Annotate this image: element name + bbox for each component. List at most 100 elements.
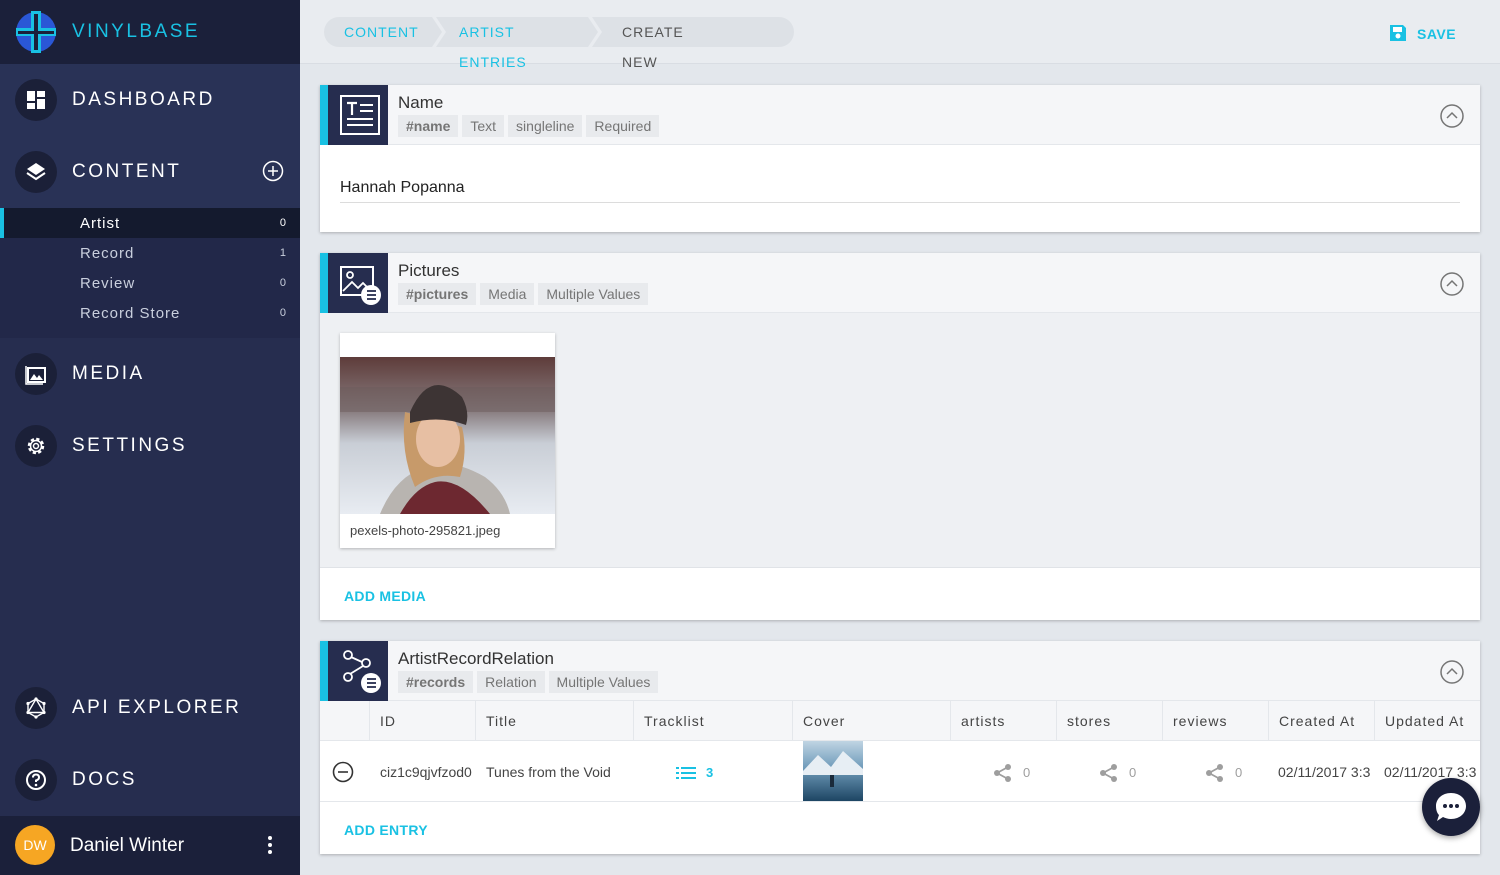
nav-api-explorer[interactable]: API EXPLORER xyxy=(0,672,300,744)
add-model-icon[interactable] xyxy=(262,160,284,182)
model-label: Review xyxy=(80,275,136,292)
column-header-artists[interactable]: artists xyxy=(951,701,1057,741)
row-id: ciz1c9qjvfzod0 xyxy=(380,764,472,780)
layers-icon xyxy=(26,163,46,181)
field-title: ArtistRecordRelation xyxy=(398,649,554,668)
chevron-up-icon[interactable] xyxy=(1440,660,1464,684)
model-item-review[interactable]: Review 0 xyxy=(0,268,300,298)
nav-content[interactable]: CONTENT xyxy=(0,136,300,208)
model-count: 1 xyxy=(279,247,286,259)
nav-media[interactable]: MEDIA xyxy=(0,338,300,410)
app-header[interactable]: VINYLBASE xyxy=(0,0,300,64)
api-icon-wrap xyxy=(15,687,57,729)
field-header[interactable]: Name #name Text singleline Required xyxy=(320,85,1480,145)
field-option-tag: Multiple Values xyxy=(538,283,649,305)
docs-icon-wrap xyxy=(15,759,57,801)
row-title: Tunes from the Void xyxy=(486,764,611,780)
name-input[interactable] xyxy=(340,173,1460,203)
field-card-name: Name #name Text singleline Required xyxy=(320,85,1480,232)
add-media-button[interactable]: ADD MEDIA xyxy=(344,588,426,604)
field-type-tag: Media xyxy=(480,283,535,305)
field-icon-box xyxy=(320,253,388,313)
field-required-tag: Required xyxy=(586,115,660,137)
column-header-created-at[interactable]: Created At xyxy=(1269,701,1375,741)
media-thumbnail-card[interactable]: pexels-photo-295821.jpeg xyxy=(340,333,555,548)
remove-circle-icon[interactable] xyxy=(332,761,354,783)
row-updated-at: 02/11/2017 3:3 xyxy=(1384,764,1477,780)
field-title: Pictures xyxy=(398,261,460,280)
avatar[interactable]: DW xyxy=(15,825,55,865)
model-label: Artist xyxy=(80,215,121,232)
share-icon xyxy=(1206,764,1223,782)
relation-icon xyxy=(343,650,381,693)
list-icon xyxy=(676,767,696,779)
chat-button[interactable] xyxy=(1422,778,1480,836)
column-header-title[interactable]: Title xyxy=(476,701,634,741)
more-vertical-icon[interactable] xyxy=(260,834,280,856)
breadcrumb-current: CREATE NEW ARTIST xyxy=(622,24,684,100)
field-key-tag: #name xyxy=(398,115,459,137)
nav-docs-label: DOCS xyxy=(72,769,137,790)
settings-icon-wrap xyxy=(15,425,57,467)
media-icon xyxy=(25,366,46,385)
nav-docs[interactable]: DOCS xyxy=(0,744,300,816)
field-header[interactable]: Pictures #pictures Media Multiple Values xyxy=(320,253,1480,313)
chevron-up-icon[interactable] xyxy=(1440,272,1464,296)
field-card-artist-record-relation: ArtistRecordRelation #records Relation Mul… xyxy=(320,641,1480,854)
reviews-count: 0 xyxy=(1235,765,1243,780)
field-option-tag: Multiple Values xyxy=(548,671,659,693)
column-header-select xyxy=(320,701,370,741)
nav-settings-label: SETTINGS xyxy=(72,435,188,456)
top-bar: CONTENT ARTIST ENTRIES CREATE NEW ARTIST… xyxy=(300,0,1500,100)
column-header-stores[interactable]: stores xyxy=(1057,701,1163,741)
save-button[interactable]: SAVE xyxy=(1388,23,1460,43)
model-count: 0 xyxy=(279,217,286,229)
field-key-tag: #records xyxy=(398,671,474,693)
nav-settings[interactable]: SETTINGS xyxy=(0,410,300,482)
media-icon-wrap xyxy=(15,353,57,395)
column-header-tracklist[interactable]: Tracklist xyxy=(634,701,793,741)
chevron-up-icon[interactable] xyxy=(1440,104,1464,128)
tracklist-count: 3 xyxy=(706,765,714,780)
content-model-list: Artist 0 Record 1 Review 0 Record Store … xyxy=(0,208,300,338)
artists-count: 0 xyxy=(1023,765,1031,780)
relation-table-header: ID Title Tracklist Cover artists stores … xyxy=(320,701,1480,741)
save-icon xyxy=(1390,25,1406,41)
cover-thumbnail[interactable] xyxy=(803,741,863,801)
add-entry-button[interactable]: ADD ENTRY xyxy=(344,822,428,838)
field-card-pictures: Pictures #pictures Media Multiple Values p xyxy=(320,253,1480,620)
table-row[interactable]: ciz1c9qjvfzod0 Tunes from the Void 3 0 0 xyxy=(320,741,1480,802)
model-count: 0 xyxy=(279,307,286,319)
nav-content-label: CONTENT xyxy=(72,161,182,182)
field-icon-box xyxy=(320,641,388,701)
media-image xyxy=(340,357,555,514)
column-header-reviews[interactable]: reviews xyxy=(1163,701,1269,741)
user-panel[interactable]: DW Daniel Winter xyxy=(0,816,300,875)
field-tags: #records Relation Multiple Values xyxy=(398,671,662,693)
field-key-tag: #pictures xyxy=(398,283,477,305)
save-label: SAVE xyxy=(1417,26,1457,42)
field-header[interactable]: ArtistRecordRelation #records Relation Mul… xyxy=(320,641,1480,701)
nav-dashboard[interactable]: DASHBOARD xyxy=(0,64,300,136)
stores-count: 0 xyxy=(1129,765,1137,780)
model-label: Record Store xyxy=(80,305,181,322)
column-header-id[interactable]: ID xyxy=(370,701,476,741)
model-item-record-store[interactable]: Record Store 0 xyxy=(0,298,300,328)
model-item-record[interactable]: Record 1 xyxy=(0,238,300,268)
breadcrumb-content[interactable]: CONTENT xyxy=(344,17,419,47)
share-icon xyxy=(994,764,1011,782)
row-created-at: 02/11/2017 3:3 xyxy=(1278,764,1371,780)
dashboard-icon-wrap xyxy=(15,79,57,121)
sidebar: VINYLBASE DASHBOARD CONTENT Artist 0 Rec… xyxy=(0,0,300,875)
field-type-tag: Relation xyxy=(477,671,545,693)
breadcrumb-artist-entries[interactable]: ARTIST ENTRIES xyxy=(459,17,527,70)
help-icon xyxy=(26,770,46,790)
column-header-cover[interactable]: Cover xyxy=(793,701,951,741)
dashboard-icon xyxy=(27,91,45,109)
model-item-artist[interactable]: Artist 0 xyxy=(0,208,300,238)
main-area: CONTENT ARTIST ENTRIES CREATE NEW ARTIST… xyxy=(300,0,1500,875)
app-title: VINYLBASE xyxy=(72,21,201,42)
column-header-updated-at[interactable]: Updated At xyxy=(1375,701,1480,741)
media-gallery: pexels-photo-295821.jpeg xyxy=(320,313,1480,568)
model-label: Record xyxy=(80,245,135,262)
